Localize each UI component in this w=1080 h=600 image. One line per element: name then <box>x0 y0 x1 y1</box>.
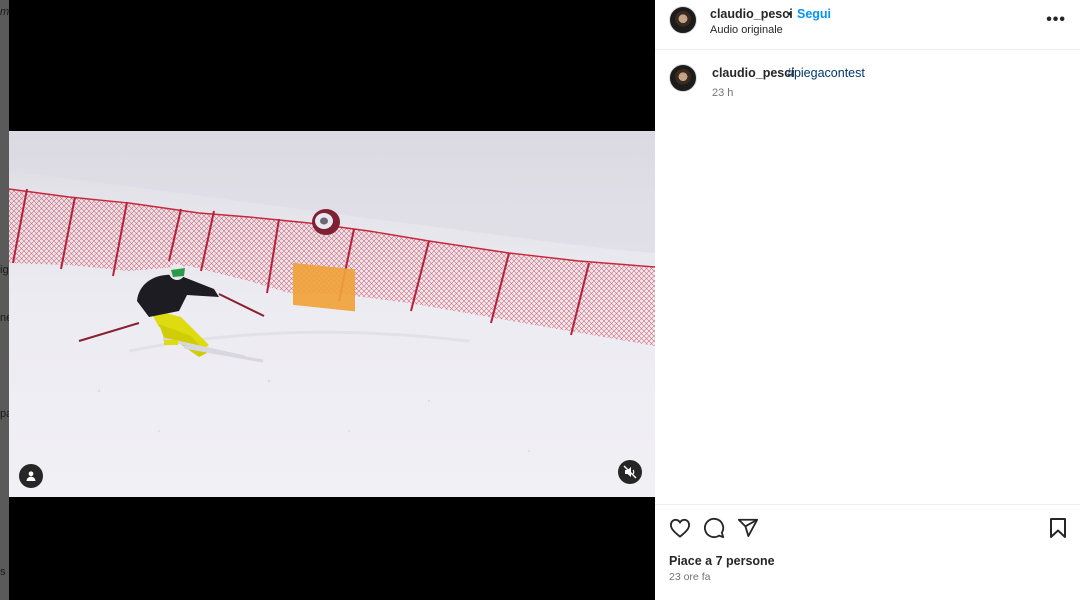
follow-button[interactable]: Segui <box>797 7 831 21</box>
skier <box>78 264 265 363</box>
save-button[interactable] <box>1046 516 1070 540</box>
audio-label[interactable]: Audio originale <box>710 24 783 36</box>
feed-backdrop: m ig ne pa s <box>0 0 12 600</box>
backdrop-fragment: ig <box>0 264 9 276</box>
ellipsis-icon[interactable]: ••• <box>1046 11 1066 29</box>
post-header: claudio_pesci • Segui Audio originale ••… <box>655 0 1080 50</box>
caption-username[interactable]: claudio_pesci <box>712 66 795 80</box>
snow-texture <box>97 379 530 452</box>
user-tag-icon <box>26 471 36 481</box>
heart-icon <box>670 518 690 538</box>
user-tag-button[interactable] <box>19 464 43 488</box>
speaker-muted-icon <box>623 465 637 479</box>
ski-scene <box>9 131 655 452</box>
backdrop-fragment: s <box>0 566 6 578</box>
comment-bubble-icon <box>704 517 725 539</box>
caption-time[interactable]: 23 h <box>712 87 733 99</box>
video-player[interactable] <box>9 131 655 497</box>
comment-button[interactable] <box>702 516 726 540</box>
bookmark-icon <box>1050 518 1066 538</box>
post-date: 23 ore fa <box>669 571 711 583</box>
like-count[interactable]: Piace a 7 persone <box>669 554 775 568</box>
action-bar: Piace a 7 persone 23 ore fa <box>655 504 1080 600</box>
share-button[interactable] <box>736 516 760 540</box>
paper-plane-icon <box>737 518 759 537</box>
caption-avatar[interactable] <box>669 64 697 92</box>
media-pane <box>9 0 655 600</box>
mute-button[interactable] <box>618 460 642 484</box>
like-button[interactable] <box>668 516 692 540</box>
caption-hashtag[interactable]: #piegacontest <box>787 66 865 80</box>
instagram-post-modal: m ig ne pa s claudio_pesci • Segui Audio… <box>0 0 1080 600</box>
separator-dot: • <box>787 7 792 21</box>
avatar[interactable] <box>669 6 697 34</box>
backdrop-fragment: m <box>0 6 10 18</box>
author-username[interactable]: claudio_pesci <box>710 7 793 21</box>
post-details-panel: claudio_pesci • Segui Audio originale ••… <box>655 0 1080 600</box>
